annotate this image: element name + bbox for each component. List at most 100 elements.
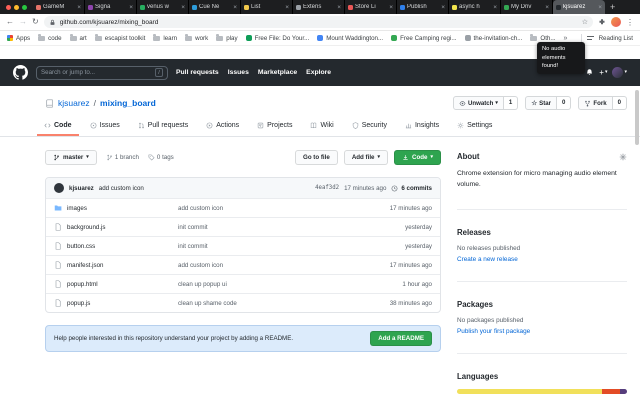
- browser-tab[interactable]: venus w×: [137, 0, 189, 14]
- github-search-input[interactable]: Search or jump to... /: [36, 66, 168, 80]
- tab-wiki[interactable]: Wiki: [303, 117, 340, 136]
- header-nav-explore[interactable]: Explore: [306, 69, 331, 76]
- bookmark-mount-waddington[interactable]: Mount Waddington...: [317, 35, 383, 42]
- bookmarks-overflow-icon[interactable]: »: [564, 35, 568, 42]
- file-name-link[interactable]: background.js: [67, 224, 173, 231]
- reading-list-button[interactable]: Reading List: [599, 35, 633, 42]
- bookmark-folder-art[interactable]: art: [70, 35, 87, 42]
- tab-close-icon[interactable]: ×: [129, 4, 133, 11]
- tab-insights[interactable]: Insights: [398, 117, 446, 136]
- browser-tab[interactable]: Signa×: [85, 0, 137, 14]
- unwatch-button[interactable]: Unwatch ▾: [453, 96, 504, 110]
- browser-tab[interactable]: async h×: [449, 0, 501, 14]
- zoom-window-button[interactable]: [22, 5, 27, 10]
- browser-tab[interactable]: Publish×: [397, 0, 449, 14]
- tab-pull-requests[interactable]: Pull requests: [131, 117, 195, 136]
- file-name-link[interactable]: popup.html: [67, 281, 173, 288]
- bookmark-other[interactable]: Oth...: [530, 35, 555, 42]
- minimize-window-button[interactable]: [14, 5, 19, 10]
- file-commit-message[interactable]: clean up shame code: [178, 300, 355, 307]
- tags-link[interactable]: 0 tags: [148, 154, 174, 161]
- close-window-button[interactable]: [6, 5, 11, 10]
- commit-author-avatar[interactable]: [54, 183, 64, 193]
- tab-close-icon[interactable]: ×: [77, 4, 81, 11]
- code-download-button[interactable]: Code ▾: [394, 150, 441, 165]
- watch-count[interactable]: 1: [504, 96, 518, 110]
- header-nav-issues[interactable]: Issues: [228, 69, 249, 76]
- branch-selector-button[interactable]: master ▾: [45, 150, 97, 165]
- tab-settings[interactable]: Settings: [450, 117, 499, 136]
- branches-link[interactable]: 1 branch: [106, 154, 139, 161]
- star-count[interactable]: 0: [557, 96, 571, 110]
- tab-projects[interactable]: Projects: [250, 117, 299, 136]
- tab-close-icon[interactable]: ×: [337, 4, 341, 11]
- header-nav-pull-requests[interactable]: Pull requests: [176, 69, 219, 76]
- browser-tab[interactable]: GameM×: [33, 0, 85, 14]
- tab-issues[interactable]: Issues: [83, 117, 127, 136]
- add-readme-button[interactable]: Add a README: [370, 331, 432, 346]
- reload-icon[interactable]: ↻: [32, 18, 39, 26]
- browser-tab[interactable]: List×: [241, 0, 293, 14]
- file-commit-message[interactable]: init commit: [178, 243, 355, 250]
- back-icon[interactable]: ←: [6, 18, 14, 26]
- bookmark-folder-learn[interactable]: learn: [153, 35, 177, 42]
- file-name-link[interactable]: manifest.json: [67, 262, 173, 269]
- bookmark-folder-play[interactable]: play: [216, 35, 237, 42]
- tab-close-icon[interactable]: ×: [545, 4, 549, 11]
- page-scrollbar[interactable]: [635, 90, 639, 145]
- commit-hash[interactable]: 4eaf3d2: [315, 185, 339, 191]
- new-tab-icon[interactable]: +: [605, 0, 620, 14]
- user-menu[interactable]: ▾: [612, 67, 627, 78]
- repo-name-link[interactable]: mixing_board: [100, 98, 156, 108]
- fork-count[interactable]: 0: [613, 96, 627, 110]
- notifications-bell-icon[interactable]: [585, 68, 594, 77]
- bookmark-folder-escapist-toolkit[interactable]: escapist toolkit: [95, 35, 146, 42]
- forward-icon[interactable]: →: [19, 18, 27, 26]
- tab-close-icon[interactable]: ×: [598, 4, 602, 11]
- go-to-file-button[interactable]: Go to file: [295, 150, 338, 165]
- commit-message[interactable]: add custom icon: [99, 185, 144, 192]
- commit-author[interactable]: kjsuarez: [69, 185, 94, 192]
- add-file-button[interactable]: Add file▾: [344, 150, 388, 165]
- browser-tab[interactable]: Store Li×: [345, 0, 397, 14]
- browser-menu-icon[interactable]: ⋮: [626, 18, 634, 27]
- create-new-menu[interactable]: +▾: [599, 68, 607, 77]
- tab-close-icon[interactable]: ×: [181, 4, 185, 11]
- bookmark-folder-code[interactable]: code: [38, 35, 61, 42]
- tab-close-icon[interactable]: ×: [233, 4, 237, 11]
- bookmark-free-camping[interactable]: Free Camping regi...: [391, 35, 456, 42]
- file-name-link[interactable]: images: [67, 205, 173, 212]
- fork-button[interactable]: Fork: [578, 96, 612, 110]
- publish-package-link[interactable]: Publish your first package: [457, 328, 627, 335]
- bookmark-the-invitation[interactable]: the-invitation-ch...: [465, 35, 523, 42]
- tab-security[interactable]: Security: [345, 117, 394, 136]
- tab-close-icon[interactable]: ×: [389, 4, 393, 11]
- github-logo-icon[interactable]: [13, 65, 28, 80]
- file-commit-message[interactable]: init commit: [178, 224, 355, 231]
- file-name-link[interactable]: popup.js: [67, 300, 173, 307]
- bookmark-apps[interactable]: Apps: [7, 35, 30, 42]
- commits-history-link[interactable]: 6 commits: [391, 185, 432, 192]
- tab-actions[interactable]: Actions: [199, 117, 246, 136]
- tab-code[interactable]: Code: [37, 117, 79, 136]
- header-nav-marketplace[interactable]: Marketplace: [258, 69, 297, 76]
- profile-avatar[interactable]: [611, 17, 621, 27]
- tab-close-icon[interactable]: ×: [493, 4, 497, 11]
- tab-close-icon[interactable]: ×: [285, 4, 289, 11]
- create-release-link[interactable]: Create a new release: [457, 256, 627, 263]
- bookmark-free-file[interactable]: Free File: Do Your...: [246, 35, 310, 42]
- browser-tab[interactable]: My Driv×: [501, 0, 553, 14]
- star-button[interactable]: ☆ Star: [525, 96, 557, 110]
- bookmark-folder-work[interactable]: work: [185, 35, 208, 42]
- tab-close-icon[interactable]: ×: [441, 4, 445, 11]
- file-name-link[interactable]: button.css: [67, 243, 173, 250]
- file-commit-message[interactable]: clean up popup ui: [178, 281, 355, 288]
- bookmark-star-icon[interactable]: ☆: [582, 18, 588, 26]
- browser-tab-active[interactable]: kjsuarez×: [553, 0, 605, 14]
- file-commit-message[interactable]: add custom icon: [178, 262, 355, 269]
- address-bar[interactable]: github.com/kjsuarez/mixing_board ☆: [44, 16, 593, 28]
- repo-owner-link[interactable]: kjsuarez: [58, 98, 90, 108]
- extensions-icon[interactable]: [598, 18, 606, 26]
- browser-tab[interactable]: Cue Ne×: [189, 0, 241, 14]
- gear-icon[interactable]: [619, 153, 627, 161]
